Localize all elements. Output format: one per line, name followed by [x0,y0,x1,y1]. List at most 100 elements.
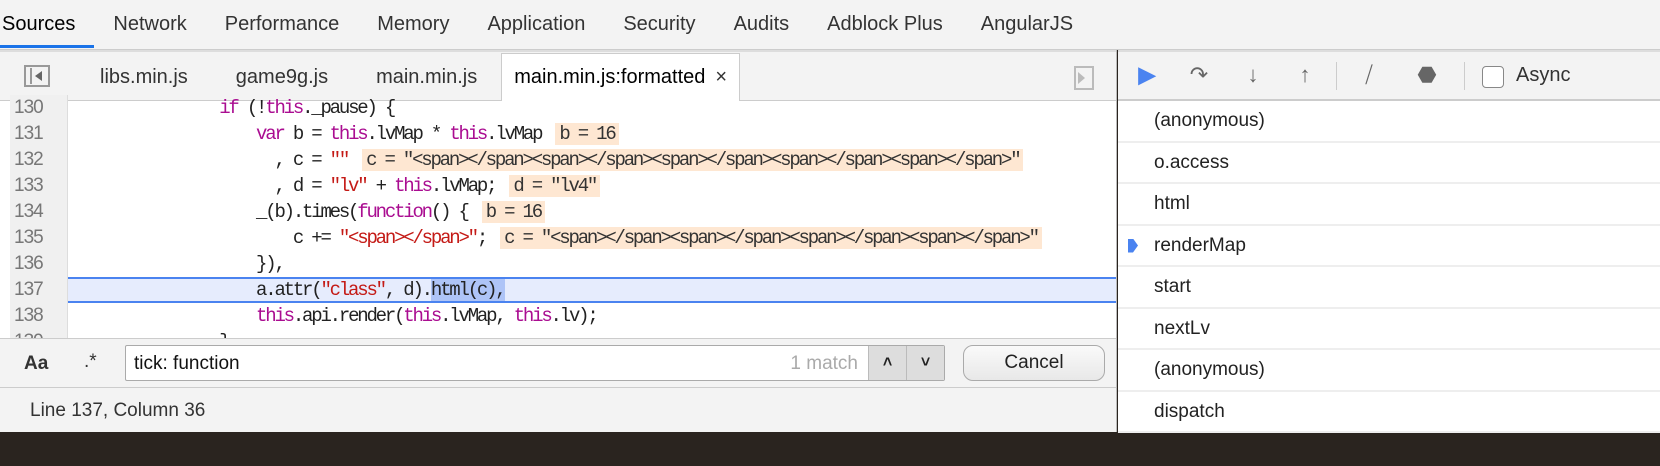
tab-adblock-plus[interactable]: Adblock Plus [808,0,962,48]
status-bar: Line 137, Column 36 [0,388,1116,432]
line-number[interactable]: 139 [10,329,68,338]
code-token: ._pause) { [302,97,396,119]
previous-match-button[interactable]: ˄ [868,346,906,380]
call-frame[interactable]: nextLv [1118,309,1660,350]
file-tab[interactable]: game9g.js [212,54,352,100]
source-editor: libs.min.js game9g.js main.min.js main.min.… [0,50,1117,432]
call-frame-name: (anonymous) [1154,359,1265,380]
file-tab[interactable]: libs.min.js [76,54,212,100]
code-text: _(b).times(function() {b = 16 [72,199,545,225]
call-frame-name: start [1154,276,1191,297]
deactivate-breakpoints-icon[interactable]: ⧸ [1354,62,1384,88]
file-tab[interactable]: main.min.js [352,54,501,100]
tab-sources[interactable]: Sources [0,0,95,48]
tab-angularjs[interactable]: AngularJS [962,0,1092,48]
call-frame-name: (anonymous) [1154,110,1265,131]
tab-security[interactable]: Security [604,0,714,48]
code-text: , d = "lv" + this.lvMap; d = "lv4" [72,173,601,199]
step-out-icon[interactable]: ↑ [1290,62,1320,88]
resume-icon[interactable]: ▶ [1132,62,1162,88]
code-line[interactable]: 136 }), [0,251,1116,277]
code-token: this [329,123,369,145]
code-line[interactable]: 133 , d = "lv" + this.lvMap; d = "lv4" [0,173,1116,199]
cancel-button[interactable]: Cancel [963,345,1105,381]
call-frame[interactable]: (anonymous) [1118,350,1660,392]
code-token: this [403,305,442,327]
line-number[interactable]: 130 [10,95,68,121]
code-view[interactable]: 130 if (!this._pause) {131 var b = this.… [0,95,1116,338]
call-frame[interactable]: html [1118,184,1660,226]
search-query[interactable]: tick: function [134,353,240,375]
code-line[interactable]: 132 , c = "" c = "<span></span><span></sp… [0,147,1116,173]
code-token: , d = [72,175,330,197]
search-input[interactable]: tick: function 1 match ˄ ˅ [125,345,945,381]
tab-application[interactable]: Application [468,0,604,48]
line-number[interactable]: 134 [10,199,68,225]
call-frame[interactable]: start [1118,267,1660,309]
toggle-debugger-icon[interactable] [1074,66,1094,90]
inline-value: c = "<span></span><span></span><span></s… [500,227,1042,249]
step-into-icon[interactable]: ↓ [1238,62,1268,88]
call-frame-name: dispatch [1154,400,1225,422]
line-number[interactable]: 132 [10,147,68,173]
code-token: } [72,331,230,338]
line-number[interactable]: 137 [10,277,68,303]
code-token: "<span></span>" [338,227,479,249]
code-line[interactable]: 131 var b = this.lvMap * this.lvMap b = 1… [0,121,1116,147]
code-token: ; [476,227,488,249]
pause-on-exceptions-icon[interactable]: ⬣ [1412,62,1442,88]
code-token: (! [237,97,268,119]
inline-value: c = "<span></span><span></span><span></s… [362,149,1024,171]
code-token: .api.render( [292,305,406,327]
step-over-icon[interactable]: ↷ [1184,62,1214,88]
file-tab-label: main.min.js:formatted [514,66,706,88]
call-frame[interactable]: renderMap [1118,226,1660,267]
code-text: if (!this._pause) { [72,95,396,121]
async-checkbox[interactable] [1482,66,1504,88]
next-match-button[interactable]: ˅ [906,346,944,380]
code-token: this [265,97,304,119]
tab-audits[interactable]: Audits [715,0,809,48]
line-number[interactable]: 135 [10,225,68,251]
code-line[interactable]: 130 if (!this._pause) { [0,95,1116,121]
call-stack: (anonymous) o.access html renderMap start nex… [1118,101,1660,433]
code-token: c += [72,227,339,249]
code-token: a.attr( [72,279,323,301]
toggle-navigator-icon[interactable] [24,65,50,87]
toolbar-divider [1336,62,1337,90]
match-case-toggle[interactable]: Aa [24,353,48,375]
toolbar-divider [1464,62,1465,90]
call-frame[interactable]: o.access [1118,143,1660,184]
close-icon[interactable]: × [715,66,727,88]
tab-performance[interactable]: Performance [206,0,359,48]
call-frame-name: html [1154,193,1190,214]
code-text: a.attr("class", d).html(c), [72,277,507,303]
code-token: , d). [384,279,433,301]
call-frame[interactable]: (anonymous) [1118,101,1660,143]
async-label: Async [1516,64,1571,86]
code-line[interactable]: 134 _(b).times(function() {b = 16 [0,199,1116,225]
code-token: b = [283,123,330,145]
code-token: .lvMap [486,123,543,145]
line-number[interactable]: 133 [10,173,68,199]
line-number[interactable]: 136 [10,251,68,277]
call-frame[interactable]: dispatch [1118,392,1660,433]
file-tab[interactable]: main.min.js:formatted × [501,53,741,101]
code-line[interactable]: 139 } [0,329,1116,338]
code-token: function [357,201,433,223]
file-tab-bar: libs.min.js game9g.js main.min.js main.min.… [0,50,1116,101]
line-number[interactable]: 138 [10,303,68,329]
code-token: .lvMap * [366,123,450,145]
regex-toggle[interactable]: .* [84,351,97,373]
code-line[interactable]: 138 this.api.render(this.lvMap, this.lv)… [0,303,1116,329]
code-line[interactable]: 135 c += "<span></span>"; c = "<span></sp… [0,225,1116,251]
debugger-sidebar: ▶ ↷ ↓ ↑ ⧸ ⬣ Async (anonymous) o.access htm… [1118,50,1660,433]
line-number[interactable]: 131 [10,121,68,147]
tab-memory[interactable]: Memory [358,0,468,48]
tab-network[interactable]: Network [94,0,205,48]
code-line[interactable]: 137 a.attr("class", d).html(c), [0,277,1116,303]
code-token: , c = [72,149,330,171]
